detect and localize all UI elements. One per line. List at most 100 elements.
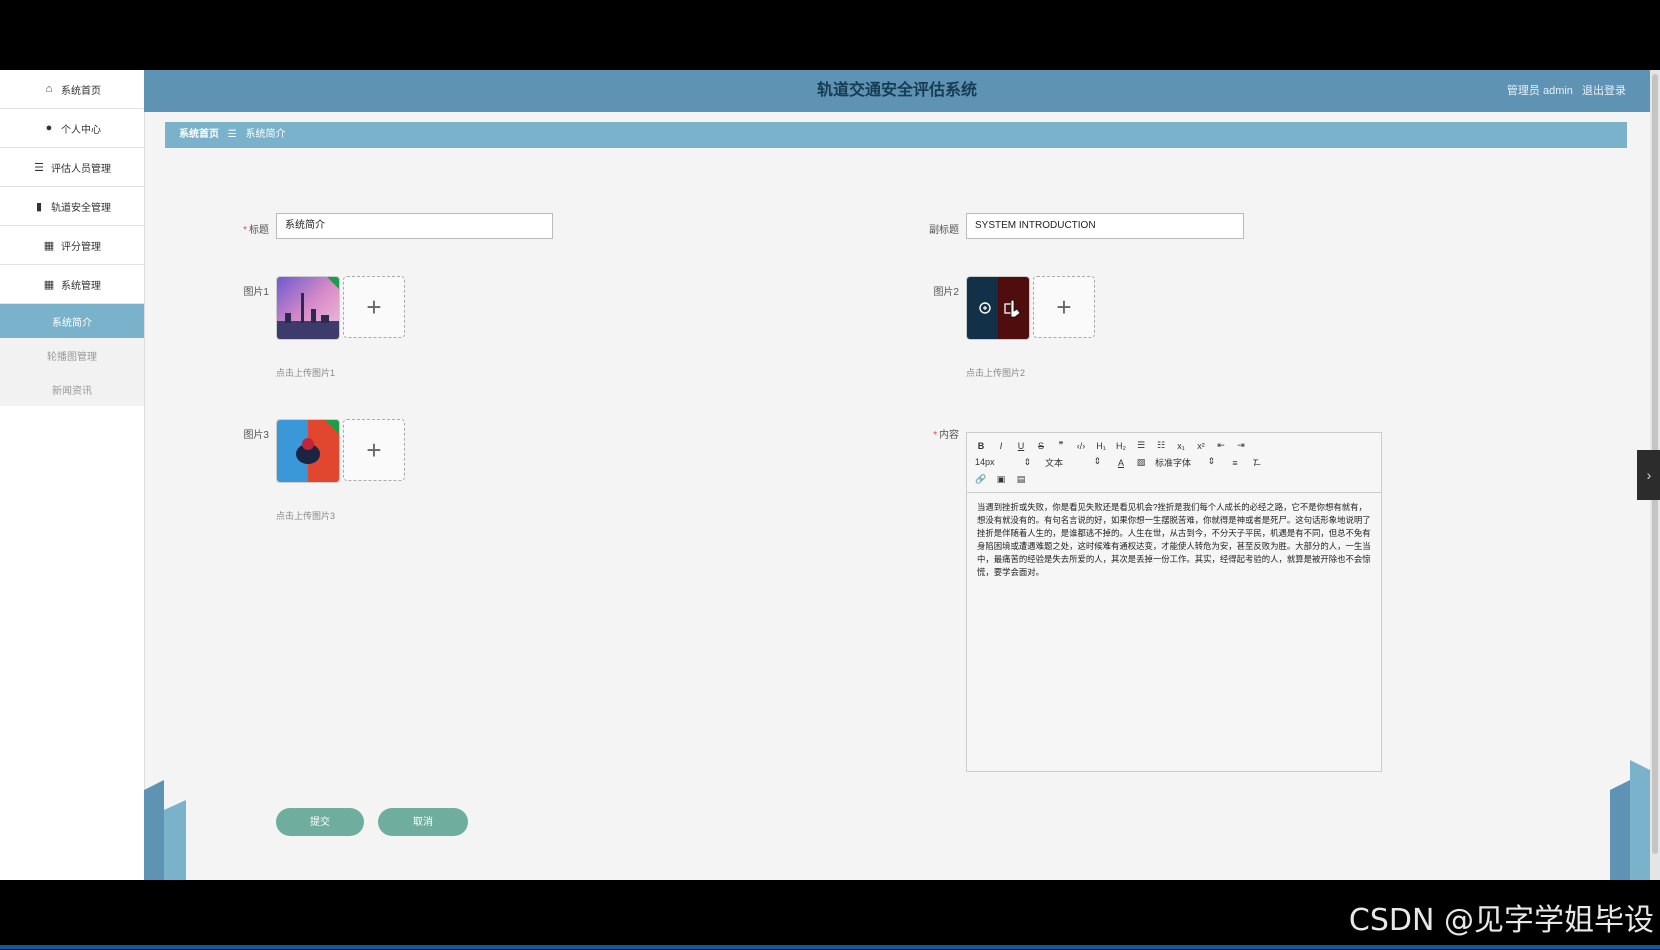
image2-label: 图片2 [933, 287, 959, 298]
breadcrumb-current: 系统简介 [245, 129, 286, 140]
image1-thumbnail[interactable] [276, 276, 340, 340]
editor-content[interactable]: 当遇到挫折或失败，你是看见失败还是看见机会?挫折是我们每个人成长的必经之路，它不… [967, 493, 1381, 587]
image3-upload-button[interactable]: + [343, 419, 405, 481]
font-size-select[interactable]: 14px ⇕ [975, 457, 1031, 468]
breadcrumb-home[interactable]: 系统首页 [179, 129, 219, 140]
font-size-value: 14px [975, 457, 995, 467]
sliders-icon: ☰ [34, 161, 44, 174]
image-icon[interactable]: ▣ [995, 474, 1007, 485]
font-family-select[interactable]: 标准字体 ⇕ [1155, 456, 1215, 469]
sidebar-item-label: 评分管理 [61, 241, 101, 253]
h2-button[interactable]: H₂ [1115, 441, 1127, 451]
cancel-button[interactable]: 取消 [378, 808, 468, 836]
bullet-list-button[interactable]: ☷ [1155, 440, 1167, 451]
sidebar-item-label: 系统管理 [61, 280, 101, 292]
title-label-text: 标题 [249, 225, 269, 236]
ordered-list-button[interactable]: ☰ [1135, 440, 1147, 451]
home-icon: ⌂ [45, 83, 53, 95]
game-image [967, 277, 1029, 339]
sidebar-item-evaluators[interactable]: ☰ 评估人员管理 [0, 148, 144, 187]
select-arrows-icon: ⇕ [1023, 457, 1031, 467]
subscript-button[interactable]: x₁ [1175, 441, 1187, 451]
decoration-left [144, 780, 186, 880]
toolbar-row-format: B I U S ❞ ‹/› H₁ H₂ ☰ ☷ x₁ x² ⇤ ⇥ [975, 437, 1373, 454]
image2-upload-button[interactable]: + [1033, 276, 1095, 338]
required-mark: * [933, 430, 937, 441]
title-input[interactable]: 系统简介 [276, 213, 553, 239]
sidebar-item-label: 评估人员管理 [51, 163, 111, 175]
subtitle-label: 副标题 [929, 225, 959, 236]
block-type-value: 文本 [1045, 458, 1064, 468]
image2-hint: 点击上传图片2 [966, 368, 1026, 378]
font-family-value: 标准字体 [1155, 458, 1192, 468]
quote-button[interactable]: ❞ [1055, 440, 1067, 451]
toolbar-row-insert: 🔗 ▣ ▤ [975, 471, 1373, 488]
outdent-button[interactable]: ⇤ [1215, 440, 1227, 451]
superscript-button[interactable]: x² [1195, 441, 1207, 451]
required-mark: * [243, 225, 247, 236]
sidebar-subitem-news[interactable]: 新闻资讯 [0, 372, 144, 406]
sidebar-subitem-carousel[interactable]: 轮播图管理 [0, 338, 144, 372]
italic-button[interactable]: I [995, 441, 1007, 451]
app-window: ⌂ 系统首页 ● 个人中心 ☰ 评估人员管理 ▮ 轨道安全管理 ▦ 评分管理 ▦… [0, 70, 1650, 880]
image3-thumbnail[interactable] [276, 419, 340, 483]
game-image [277, 420, 339, 482]
user-area: 管理员 admin 退出登录 [1501, 70, 1626, 112]
title-label: * 标题 [209, 221, 269, 236]
h1-button[interactable]: H₁ [1095, 441, 1107, 451]
underline-button[interactable]: U [1015, 441, 1027, 451]
sidebar-item-home[interactable]: ⌂ 系统首页 [0, 70, 144, 109]
page-title: 轨道交通安全评估系统 [816, 82, 977, 99]
subtitle-input[interactable]: SYSTEM INTRODUCTION [966, 213, 1244, 239]
sidebar-item-label: 系统首页 [61, 85, 101, 97]
block-type-select[interactable]: 文本 ⇕ [1045, 456, 1101, 469]
content-label-text: 内容 [939, 430, 959, 441]
image1-label: 图片1 [243, 287, 269, 298]
image2-thumbnail[interactable] [966, 276, 1030, 340]
sidebar-subitem-intro[interactable]: 系统简介 [0, 304, 144, 338]
image3-label: 图片3 [243, 430, 269, 441]
video-icon[interactable]: ▤ [1015, 474, 1027, 485]
sidebar-item-system[interactable]: ▦ 系统管理 [0, 265, 144, 304]
align-icon[interactable]: ≡ [1229, 458, 1241, 468]
sidebar-item-personal[interactable]: ● 个人中心 [0, 109, 144, 148]
link-icon[interactable]: 🔗 [975, 474, 987, 485]
toolbar-row-style: 14px ⇕ 文本 ⇕ A ▨ 标准字体 ⇕ ≡ T̶ [975, 454, 1373, 471]
grid-icon: ▦ [43, 239, 55, 252]
sidebar-item-label: 轨道安全管理 [51, 202, 111, 214]
city-skyline-image [277, 277, 339, 339]
side-drawer-toggle[interactable]: › [1637, 450, 1660, 500]
user-icon: ● [45, 122, 53, 134]
background-color-icon[interactable]: ▨ [1135, 457, 1147, 468]
select-arrows-icon: ⇕ [1207, 456, 1215, 466]
grid-icon: ▦ [43, 278, 55, 291]
content-label: * 内容 [899, 426, 959, 441]
clear-format-icon[interactable]: T̶ [1249, 458, 1261, 468]
strike-button[interactable]: S [1035, 441, 1047, 451]
sidebar-item-scores[interactable]: ▦ 评分管理 [0, 226, 144, 265]
font-color-icon[interactable]: A [1115, 458, 1127, 468]
rich-text-editor: B I U S ❞ ‹/› H₁ H₂ ☰ ☷ x₁ x² ⇤ ⇥ 14px ⇕… [966, 432, 1382, 772]
bar-chart-icon: ▮ [35, 200, 43, 213]
breadcrumb-separator-icon: ☰ [227, 129, 237, 140]
video-progress-bar[interactable] [0, 945, 1660, 949]
watermark: CSDN @见字学姐毕设 [1348, 903, 1654, 938]
image3-hint: 点击上传图片3 [276, 511, 336, 521]
decoration-right [1610, 760, 1650, 880]
sidebar: ⌂ 系统首页 ● 个人中心 ☰ 评估人员管理 ▮ 轨道安全管理 ▦ 评分管理 ▦… [0, 70, 145, 880]
editor-toolbar: B I U S ❞ ‹/› H₁ H₂ ☰ ☷ x₁ x² ⇤ ⇥ 14px ⇕… [967, 433, 1381, 493]
bold-button[interactable]: B [975, 441, 987, 451]
submit-button[interactable]: 提交 [276, 808, 364, 836]
select-arrows-icon: ⇕ [1093, 456, 1101, 466]
breadcrumb: 系统首页 ☰ 系统简介 [165, 122, 1627, 148]
image1-upload-button[interactable]: + [343, 276, 405, 338]
code-button[interactable]: ‹/› [1075, 441, 1087, 451]
top-header: 轨道交通安全评估系统 管理员 admin 退出登录 [144, 70, 1650, 112]
indent-button[interactable]: ⇥ [1235, 440, 1247, 451]
chevron-right-icon: › [1646, 467, 1652, 483]
image1-hint: 点击上传图片1 [276, 368, 336, 378]
sidebar-item-track-safety[interactable]: ▮ 轨道安全管理 [0, 187, 144, 226]
logout-link[interactable]: 退出登录 [1582, 85, 1626, 97]
admin-label: 管理员 admin [1506, 85, 1573, 97]
sidebar-item-label: 个人中心 [61, 124, 101, 136]
